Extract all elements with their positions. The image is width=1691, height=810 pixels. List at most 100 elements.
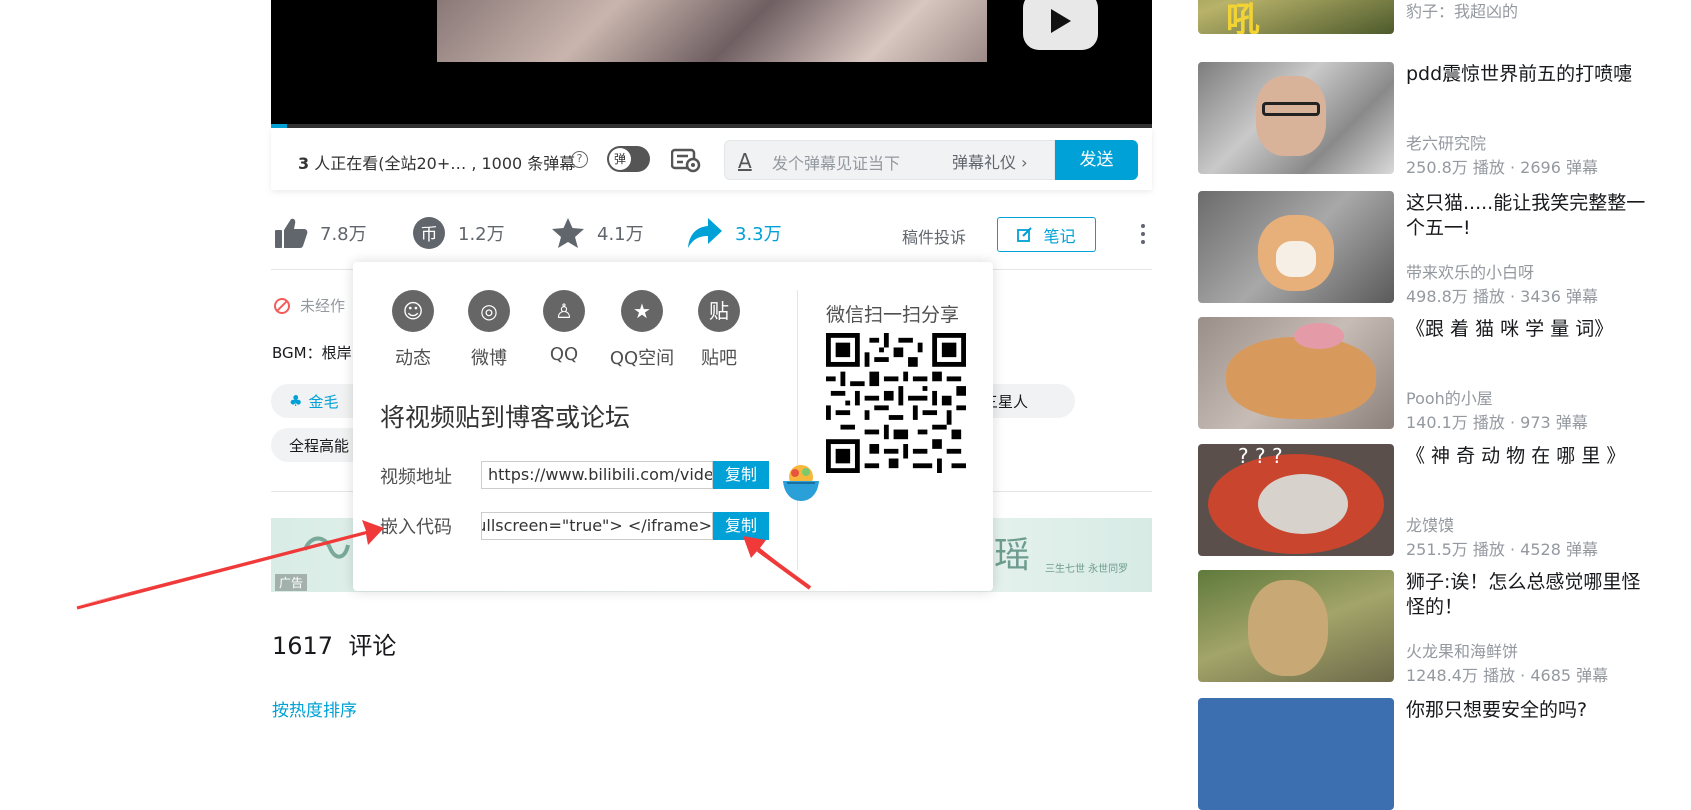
video-stats: 250.8万 播放 · 2696 弹幕 <box>1406 158 1598 177</box>
comment-count: 1617 <box>272 632 334 660</box>
embed-code-label: 嵌入代码 <box>380 517 452 538</box>
font-style-icon[interactable]: A <box>738 149 752 173</box>
uploader-name[interactable]: 老六研究院 <box>1406 130 1486 154</box>
share-count: 3.3万 <box>735 224 782 245</box>
forbidden-icon <box>274 297 290 314</box>
tag-label: 金毛 <box>308 392 339 411</box>
uploader-name[interactable]: Pooh的小屋 <box>1406 385 1493 409</box>
send-danmaku-button[interactable]: 发送 <box>1055 140 1138 180</box>
video-thumbnail[interactable] <box>1198 570 1394 682</box>
thumbs-up-icon <box>275 218 308 248</box>
share-option-label: 微博 <box>471 348 507 369</box>
video-stats: 140.1万 播放 · 973 弹幕 <box>1406 413 1588 432</box>
recommendation-item[interactable]: 狮子:诶！怎么总感觉哪里怪怪的！ 火龙果和海鲜饼 1248.4万 播放 · 46… <box>1198 570 1668 685</box>
recommendation-item[interactable]: 《跟 着 猫 咪 学 量 词》 Pooh的小屋 140.1万 播放 · 973 … <box>1198 317 1668 432</box>
danmaku-placeholder[interactable]: 发个弹幕见证当下 <box>772 150 900 174</box>
share-option-label: QQ <box>549 344 579 365</box>
wechat-share-title: 微信扫一扫分享 <box>826 304 960 326</box>
note-button[interactable]: 笔记 <box>997 217 1096 252</box>
notice-text: 未经作 <box>300 297 346 315</box>
like-count: 7.8万 <box>320 224 367 245</box>
video-title[interactable]: 《 神 奇 动 物 在 哪 里 》 <box>1406 444 1646 469</box>
uploader-name[interactable]: 带来欢乐的小白呀 <box>1406 259 1534 283</box>
danmaku-etiquette-link[interactable]: 弹幕礼仪 › <box>952 149 1028 173</box>
ad-artwork <box>300 530 350 579</box>
weibo-icon: ◎ <box>468 290 510 332</box>
like-button[interactable]: 7.8万 <box>274 213 367 253</box>
video-thumbnail[interactable] <box>1198 317 1394 429</box>
coin-glyph: 币 <box>420 225 438 245</box>
share-option-label: 动态 <box>395 348 431 369</box>
tag-label: 全程高能 <box>289 436 350 455</box>
play-button[interactable] <box>1023 0 1098 50</box>
danmaku-settings-icon[interactable] <box>670 147 701 173</box>
danmaku-toggle-knob[interactable]: 弹 <box>609 148 631 170</box>
share-qzone-option[interactable]: ★ QQ空间 <box>603 290 681 370</box>
share-qq-option[interactable]: ♙ QQ <box>525 290 603 365</box>
ad-label: 广告 <box>275 574 308 591</box>
share-option-label: 贴吧 <box>701 348 737 369</box>
video-thumbnail[interactable] <box>1198 698 1394 810</box>
comment-header: 1617 评论 <box>272 626 396 661</box>
report-link[interactable]: 稿件投诉 <box>902 224 966 248</box>
favorite-count: 4.1万 <box>597 224 644 245</box>
ad-artwork-text: 瑶 <box>994 535 1031 576</box>
play-icon <box>1051 9 1071 33</box>
video-frame[interactable] <box>437 0 987 62</box>
help-icon[interactable]: ? <box>571 151 588 168</box>
viewers-text: 人正在看(全站20+… , 1000 条弹幕 <box>309 154 576 173</box>
video-title[interactable]: 这只猫.....能让我笑完整整一个五一! <box>1406 191 1646 241</box>
share-button[interactable]: 3.3万 <box>687 213 782 253</box>
share-option-label: QQ空间 <box>609 348 675 369</box>
dynamic-icon: ☺ <box>392 290 434 332</box>
uploader-name[interactable]: 龙馍馍 <box>1406 512 1454 536</box>
tieba-icon: 贴 <box>698 290 740 332</box>
qq-icon: ♙ <box>543 290 585 332</box>
embed-section-title: 将视频贴到博客或论坛 <box>380 403 631 432</box>
video-url-field[interactable]: https://www.bilibili.com/video/B <box>481 461 713 489</box>
uploader-name[interactable]: 火龙果和海鲜饼 <box>1406 638 1518 662</box>
video-thumbnail[interactable] <box>1198 191 1394 303</box>
uploader-name[interactable]: 豹子：我超凶的 <box>1406 0 1518 22</box>
video-url-label: 视频地址 <box>380 467 452 488</box>
coin-count: 1.2万 <box>458 224 505 245</box>
video-title[interactable]: 狮子:诶！怎么总感觉哪里怪怪的！ <box>1406 570 1646 620</box>
copy-embed-button[interactable]: 复制 <box>713 512 769 540</box>
favorite-button[interactable]: 4.1万 <box>551 213 644 253</box>
tag-topic-icon: ♣ <box>289 392 303 410</box>
video-title[interactable]: 《跟 着 猫 咪 学 量 词》 <box>1406 317 1646 342</box>
recommendation-item[interactable]: 这只猫.....能让我笑完整整一个五一! 带来欢乐的小白呀 498.8万 播放 … <box>1198 191 1668 306</box>
recommendation-item[interactable]: 吼 豹子：我超凶的 <box>1198 0 1668 34</box>
video-stats: 498.8万 播放 · 3436 弹幕 <box>1406 287 1598 306</box>
share-divider <box>797 290 798 570</box>
viewers-count: 3 <box>298 154 310 173</box>
wechat-qr-code <box>826 333 966 473</box>
recommendation-item[interactable]: ? ? ? 《 神 奇 动 物 在 哪 里 》 龙馍馍 251.5万 播放 · … <box>1198 444 1668 559</box>
share-tieba-option[interactable]: 贴 贴吧 <box>680 290 758 370</box>
video-thumbnail[interactable]: ? ? ? <box>1198 444 1394 556</box>
share-arrow-icon <box>688 218 722 248</box>
video-title[interactable]: pdd震惊世界前五的打喷嚏 <box>1406 62 1646 87</box>
video-thumbnail[interactable] <box>1198 62 1394 174</box>
bgm-info: BGM：根岸 <box>272 344 352 362</box>
video-thumbnail[interactable]: 吼 <box>1198 0 1394 34</box>
mascot-bowl-icon <box>783 465 819 501</box>
ad-artwork-subtext: 三生七世 永世同罗 <box>1045 564 1129 575</box>
note-label: 笔记 <box>1043 226 1076 246</box>
recommendation-item[interactable]: pdd震惊世界前五的打喷嚏 老六研究院 250.8万 播放 · 2696 弹幕 <box>1198 62 1668 177</box>
embed-code-value: owfullscreen="true"> </iframe> <box>482 516 712 535</box>
comment-sort-tab[interactable]: 按热度排序 <box>272 696 357 721</box>
edit-icon <box>1017 226 1033 242</box>
more-icon[interactable] <box>1140 224 1146 248</box>
recommendation-item[interactable]: 你那只想要安全的吗? <box>1198 698 1668 810</box>
video-stats: 251.5万 播放 · 4528 弹幕 <box>1406 540 1598 559</box>
copy-url-button[interactable]: 复制 <box>713 461 769 489</box>
copyright-notice: 未经作 <box>274 295 345 316</box>
star-icon <box>552 218 584 248</box>
share-weibo-option[interactable]: ◎ 微博 <box>450 290 528 370</box>
embed-code-field[interactable]: owfullscreen="true"> </iframe> <box>481 512 713 540</box>
share-dynamic-option[interactable]: ☺ 动态 <box>374 290 452 370</box>
viewers-info: 3 人正在看(全站20+… , 1000 条弹幕 <box>298 150 575 174</box>
comment-title: 评论 <box>348 632 397 660</box>
video-stats: 1248.4万 播放 · 4685 弹幕 <box>1406 666 1609 685</box>
